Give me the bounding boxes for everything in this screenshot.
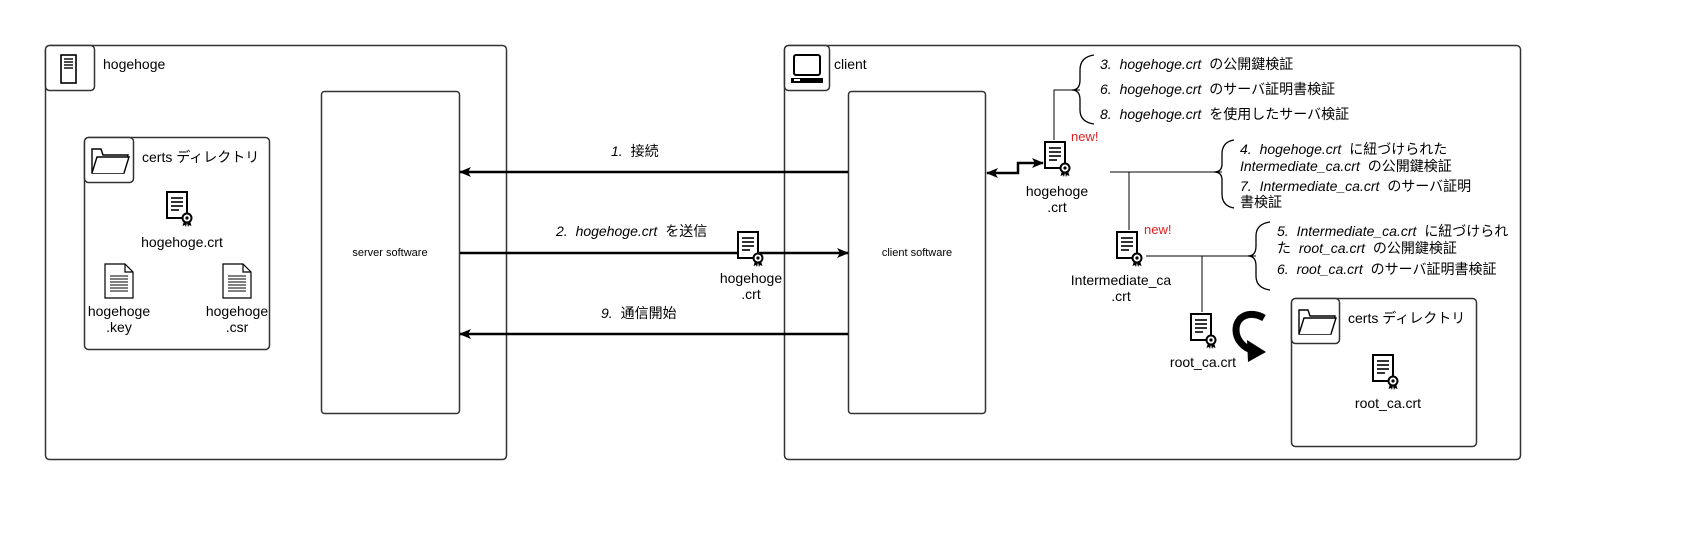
message-1-num: 1.	[611, 143, 623, 159]
intermediate-cert-label-2: .crt	[1111, 288, 1131, 304]
step-7-line-2: 書検証	[1240, 194, 1282, 210]
step-8-text: を使用したサーバ検証	[1209, 106, 1349, 122]
leaf-cert-label-2: .crt	[1047, 199, 1067, 215]
step-4-num: 4.	[1240, 141, 1252, 157]
client-host-title: client	[834, 56, 867, 72]
step-7-line-1: 7. Intermediate_ca.crt のサーバ証明	[1240, 178, 1471, 194]
message-1: 1. 接続	[611, 143, 659, 159]
server-crt-label: hogehoge.crt	[141, 234, 223, 250]
step-4-file: hogehoge.crt	[1260, 141, 1343, 157]
step-4-text: に紐づけられた	[1349, 141, 1447, 157]
step-5-text2: の公開鍵検証	[1373, 240, 1457, 256]
client-software-label: client software	[882, 247, 952, 259]
step-7-text: のサーバ証明	[1387, 178, 1471, 194]
server-host-title: hogehoge	[103, 56, 166, 72]
step-8-file: hogehoge.crt	[1120, 106, 1203, 122]
document-icon	[104, 263, 134, 299]
server-csr-label-1: hogehoge	[206, 303, 269, 319]
sent-cert-label-1: hogehoge	[720, 270, 783, 286]
diagram-canvas: hogehoge certs ディレクトリ hogehoge.crt hogeh…	[44, 44, 1522, 461]
root-cert-label: root_ca.crt	[1170, 354, 1236, 370]
step-7-num: 7.	[1240, 178, 1252, 194]
step-4-file2: Intermediate_ca.crt	[1240, 158, 1361, 174]
leaf-cert-label-1: hogehoge	[1026, 183, 1089, 199]
message-9-num: 9.	[601, 305, 613, 321]
message-9: 9. 通信開始	[601, 305, 677, 321]
step-4-line-2: Intermediate_ca.crt の公開鍵検証	[1240, 158, 1452, 174]
server-certs-dir-label: certs ディレクトリ	[142, 149, 259, 165]
message-2-num: 2.	[555, 223, 568, 239]
step-5-text: に紐づけられ	[1424, 223, 1508, 239]
certificate-icon	[737, 231, 764, 268]
message-2: 2. hogehoge.crt を送信	[555, 223, 707, 239]
step-8-num: 8.	[1100, 106, 1112, 122]
server-software-label: server software	[352, 247, 427, 259]
step-3: 3. hogehoge.crt の公開鍵検証	[1100, 56, 1293, 72]
message-2-text: を送信	[665, 223, 707, 239]
step-6b-file: root_ca.crt	[1297, 261, 1364, 277]
step-6b-num: 6.	[1277, 261, 1289, 277]
step-5-file2: root_ca.crt	[1299, 240, 1366, 256]
sent-cert-label-2: .crt	[741, 286, 761, 302]
step-6b: 6. root_ca.crt のサーバ証明書検証	[1277, 261, 1496, 277]
server-csr-label-2: .csr	[226, 319, 249, 335]
step-6b-text: のサーバ証明書検証	[1371, 261, 1497, 277]
server-key-label-2: .key	[106, 319, 132, 335]
new-badge-leaf: new!	[1071, 129, 1098, 144]
client-certs-dir-label: certs ディレクトリ	[1348, 310, 1465, 326]
document-icon	[222, 263, 252, 299]
step-3-num: 3.	[1100, 56, 1112, 72]
new-badge-intermediate: new!	[1144, 222, 1171, 237]
monitor-icon	[791, 54, 823, 83]
step-6-file: hogehoge.crt	[1120, 81, 1203, 97]
step-5-line-1: 5. Intermediate_ca.crt に紐づけられ	[1277, 223, 1508, 239]
step-4-line-1: 4. hogehoge.crt に紐づけられた	[1240, 141, 1447, 157]
step-6-text: のサーバ証明書検証	[1209, 81, 1335, 97]
step-7-file: Intermediate_ca.crt	[1260, 178, 1381, 194]
server-icon	[60, 54, 77, 84]
step-4-text2: の公開鍵検証	[1368, 158, 1452, 174]
step-5-num: 5.	[1277, 223, 1289, 239]
step-3-text: の公開鍵検証	[1209, 56, 1293, 72]
step-5-pre2: た	[1277, 240, 1291, 256]
step-5-file: Intermediate_ca.crt	[1297, 223, 1418, 239]
message-9-text: 通信開始	[621, 305, 677, 321]
step-6-num: 6.	[1100, 81, 1112, 97]
step-8: 8. hogehoge.crt を使用したサーバ検証	[1100, 106, 1349, 122]
step-3-file: hogehoge.crt	[1120, 56, 1203, 72]
step-5-line-2: た root_ca.crt の公開鍵検証	[1277, 240, 1457, 256]
intermediate-cert-label-1: Intermediate_ca	[1071, 272, 1172, 288]
server-key-label-1: hogehoge	[88, 303, 151, 319]
message-2-file: hogehoge.crt	[576, 223, 659, 239]
step-6: 6. hogehoge.crt のサーバ証明書検証	[1100, 81, 1335, 97]
client-root-label: root_ca.crt	[1355, 395, 1421, 411]
message-1-text: 接続	[631, 143, 659, 159]
